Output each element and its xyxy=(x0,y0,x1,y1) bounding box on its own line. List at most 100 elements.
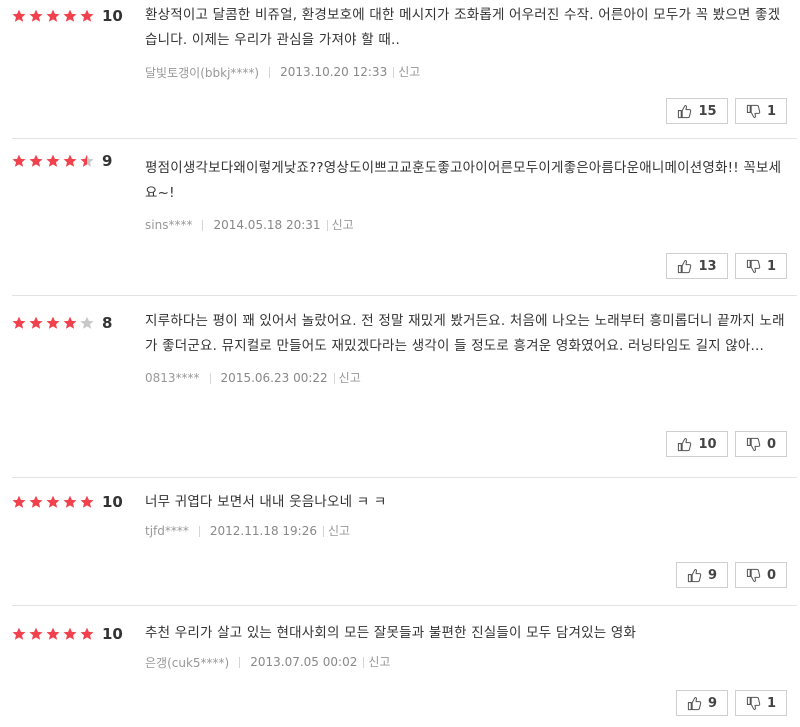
star-icon xyxy=(80,316,94,329)
thumbs-down-icon xyxy=(746,437,767,452)
star-icon xyxy=(63,627,77,640)
star-rating xyxy=(12,9,97,23)
author-name[interactable]: 은갱(cuk5****) xyxy=(145,654,229,671)
dislike-count: 1 xyxy=(766,258,777,274)
star-icon xyxy=(12,627,26,640)
thumbs-up-icon xyxy=(677,437,698,452)
star-icon xyxy=(46,627,60,640)
star-icon xyxy=(12,495,26,508)
review-item: 10 추천 우리가 살고 있는 현대사회의 모든 잘못들과 불편한 진실들이 모… xyxy=(12,606,797,727)
star-icon xyxy=(12,154,26,167)
star-rating xyxy=(12,495,97,509)
thumbs-down-icon xyxy=(746,104,767,119)
rating: 9 xyxy=(12,152,112,170)
review-content: 지루하다는 평이 꽤 있어서 놀랐어요. 전 정말 재밌게 봤거든요. 처음에 … xyxy=(145,309,785,386)
dislike-count: 0 xyxy=(766,567,777,583)
review-content: 추천 우리가 살고 있는 현대사회의 모든 잘못들과 불편한 진실들이 모두 담… xyxy=(145,621,785,670)
vote-buttons: 13 1 xyxy=(659,253,787,279)
like-button[interactable]: 9 xyxy=(676,690,728,716)
review-text: 지루하다는 평이 꽤 있어서 놀랐어요. 전 정말 재밌게 봤거든요. 처음에 … xyxy=(145,313,785,354)
author-name[interactable]: 0813**** xyxy=(145,371,200,385)
like-button[interactable]: 13 xyxy=(666,253,728,279)
star-icon xyxy=(63,495,77,508)
score-value: 10 xyxy=(102,493,123,511)
report-link[interactable]: 신고 xyxy=(323,525,350,537)
review-item: 10 환상적이고 달콤한 비쥬얼, 환경보호에 대한 메시지가 조화롭게 어우러… xyxy=(12,0,797,139)
review-text: 평점이생각보다왜이렇게낮죠??영상도이쁘고교훈도좋고아이어른모두이게좋은아름다운… xyxy=(145,160,782,201)
review-meta: 은갱(cuk5****) 2013.07.05 00:02 신고 xyxy=(145,654,785,670)
thumbs-down-icon xyxy=(746,696,767,711)
like-count: 13 xyxy=(698,258,717,274)
star-icon xyxy=(63,154,77,167)
review-item: 10 너무 귀엽다 보면서 내내 웃음나오네 ㅋ ㅋ tjfd**** 2012… xyxy=(12,478,797,606)
thumbs-up-icon xyxy=(687,568,708,583)
star-icon xyxy=(12,316,26,329)
dislike-button[interactable]: 1 xyxy=(735,690,787,716)
star-icon xyxy=(80,495,94,508)
vote-buttons: 15 1 xyxy=(659,98,787,124)
review-item: 8 지루하다는 평이 꽤 있어서 놀랐어요. 전 정말 재밌게 봤거든요. 처음… xyxy=(12,296,797,478)
star-icon xyxy=(29,316,43,329)
like-count: 15 xyxy=(698,103,717,119)
rating: 10 xyxy=(12,493,123,511)
star-icon xyxy=(46,316,60,329)
review-date: 2014.05.18 20:31 xyxy=(213,218,321,232)
thumbs-up-icon xyxy=(677,259,698,274)
dislike-button[interactable]: 1 xyxy=(735,253,787,279)
report-link[interactable]: 신고 xyxy=(393,66,420,78)
review-text: 추천 우리가 살고 있는 현대사회의 모든 잘못들과 불편한 진실들이 모두 담… xyxy=(145,625,637,641)
author-name[interactable]: sins**** xyxy=(145,218,192,232)
dislike-count: 0 xyxy=(766,436,777,452)
review-date: 2013.10.20 12:33 xyxy=(280,65,388,79)
vote-buttons: 9 1 xyxy=(669,690,787,716)
report-link[interactable]: 신고 xyxy=(363,656,390,668)
star-rating xyxy=(12,154,97,168)
divider xyxy=(269,66,271,78)
vote-buttons: 9 0 xyxy=(669,562,787,588)
star-icon xyxy=(46,154,60,167)
divider xyxy=(202,219,204,231)
review-date: 2015.06.23 00:22 xyxy=(220,371,328,385)
like-button[interactable]: 10 xyxy=(666,431,728,457)
thumbs-down-icon xyxy=(746,259,767,274)
dislike-button[interactable]: 0 xyxy=(735,562,787,588)
divider xyxy=(239,656,241,668)
star-icon xyxy=(29,9,43,22)
review-list: 10 환상적이고 달콤한 비쥬얼, 환경보호에 대한 메시지가 조화롭게 어우러… xyxy=(0,0,800,727)
dislike-button[interactable]: 1 xyxy=(735,98,787,124)
dislike-count: 1 xyxy=(766,103,777,119)
review-text: 환상적이고 달콤한 비쥬얼, 환경보호에 대한 메시지가 조화롭게 어우러진 수… xyxy=(145,7,781,48)
review-content: 평점이생각보다왜이렇게낮죠??영상도이쁘고교훈도좋고아이어른모두이게좋은아름다운… xyxy=(145,156,785,233)
star-icon xyxy=(80,9,94,22)
review-date: 2012.11.18 19:26 xyxy=(209,524,317,538)
like-button[interactable]: 9 xyxy=(676,562,728,588)
review-meta: 달빛토갱이(bbkj****) 2013.10.20 12:33 신고 xyxy=(145,64,785,80)
author-name[interactable]: tjfd**** xyxy=(145,524,189,538)
like-count: 9 xyxy=(707,567,718,583)
divider xyxy=(209,372,211,384)
thumbs-up-icon xyxy=(677,104,698,119)
star-rating xyxy=(12,316,97,330)
review-content: 환상적이고 달콤한 비쥬얼, 환경보호에 대한 메시지가 조화롭게 어우러진 수… xyxy=(145,3,785,80)
star-icon xyxy=(63,316,77,329)
star-icon xyxy=(80,154,94,167)
dislike-button[interactable]: 0 xyxy=(735,431,787,457)
author-name[interactable]: 달빛토갱이(bbkj****) xyxy=(145,64,259,81)
star-icon xyxy=(12,9,26,22)
star-icon xyxy=(80,627,94,640)
rating: 8 xyxy=(12,314,112,332)
star-icon xyxy=(29,154,43,167)
divider xyxy=(198,525,200,537)
score-value: 8 xyxy=(102,314,113,332)
review-meta: tjfd**** 2012.11.18 19:26 신고 xyxy=(145,523,785,539)
star-icon xyxy=(63,9,77,22)
like-button[interactable]: 15 xyxy=(666,98,728,124)
report-link[interactable]: 신고 xyxy=(333,372,361,384)
review-content: 너무 귀엽다 보면서 내내 웃음나오네 ㅋ ㅋ tjfd**** 2012.11… xyxy=(145,490,785,539)
review-item: 9 평점이생각보다왜이렇게낮죠??영상도이쁘고교훈도좋고아이어른모두이게좋은아름… xyxy=(12,139,797,296)
star-rating xyxy=(12,627,97,641)
review-meta: sins**** 2014.05.18 20:31 신고 xyxy=(145,217,785,233)
review-text: 너무 귀엽다 보면서 내내 웃음나오네 ㅋ ㅋ xyxy=(145,494,387,510)
star-icon xyxy=(29,495,43,508)
report-link[interactable]: 신고 xyxy=(326,219,354,231)
